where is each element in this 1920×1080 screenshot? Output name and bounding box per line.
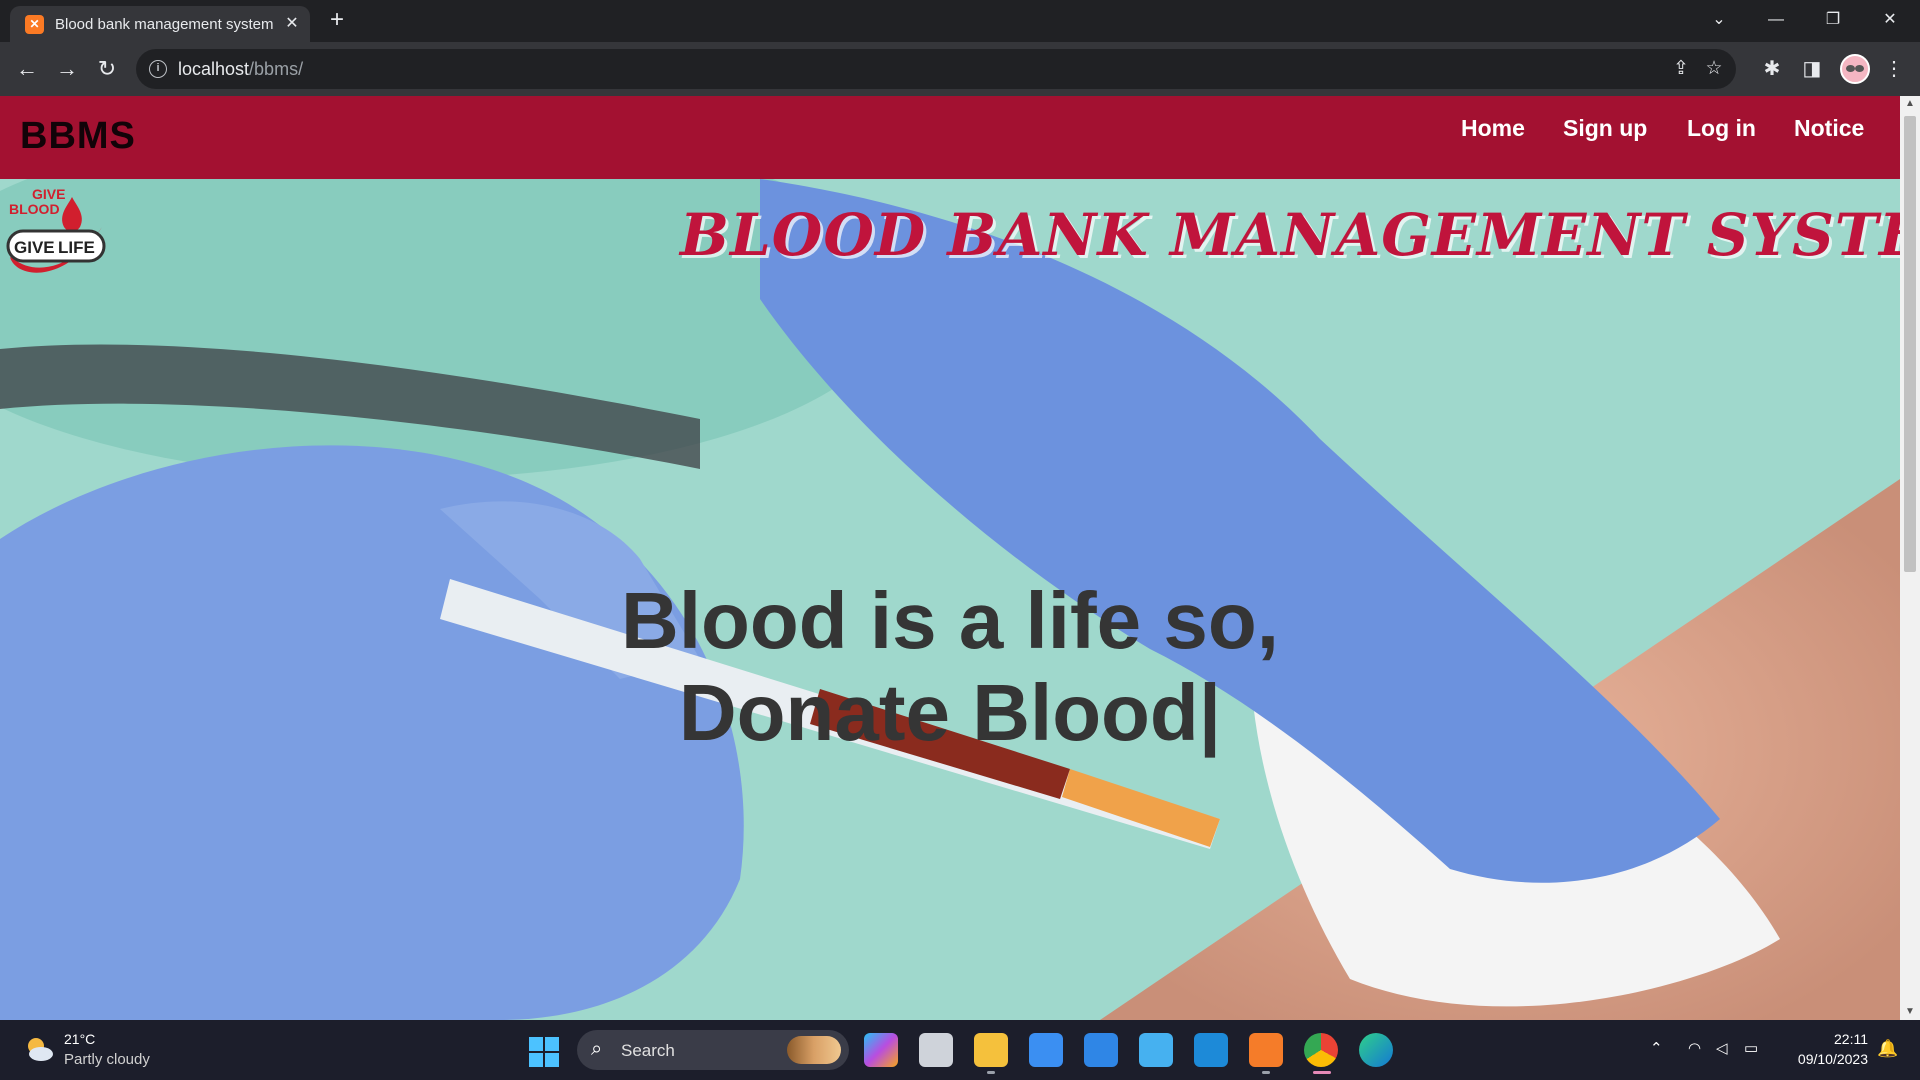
clock-time[interactable]: 22:11 — [1820, 1031, 1868, 1047]
file-explorer-icon[interactable] — [974, 1033, 1008, 1067]
minimize-button[interactable]: — — [1756, 6, 1796, 34]
explorer-running-indicator — [987, 1071, 995, 1074]
taskbar-search[interactable]: ⌕ Search — [577, 1030, 849, 1070]
share-icon[interactable]: ⇪ — [1669, 57, 1693, 81]
scroll-up-icon[interactable]: ▲ — [1900, 96, 1920, 112]
hero-title: BLOOD BANK MANAGEMENT SYSTEM — [680, 201, 1900, 269]
scroll-thumb[interactable] — [1904, 116, 1916, 572]
weather-temperature[interactable]: 21°C — [64, 1031, 95, 1047]
microsoft-store-icon[interactable] — [1029, 1033, 1063, 1067]
xampp-icon[interactable] — [1249, 1033, 1283, 1067]
tab-search-icon[interactable]: ⌄ — [1699, 6, 1739, 34]
logo-give2-text: GIVE — [14, 238, 55, 257]
wifi-icon[interactable]: ◠ — [1688, 1039, 1701, 1057]
page-viewport: BBMS Home Sign up Log in Notice GIVE BLO… — [0, 96, 1920, 1020]
restore-button[interactable]: ❐ — [1813, 6, 1853, 34]
side-panel-icon[interactable]: ◨ — [1798, 55, 1826, 83]
weather-condition[interactable]: Partly cloudy — [64, 1051, 150, 1068]
close-tab-icon[interactable]: ✕ — [282, 14, 302, 34]
page-scrollbar[interactable]: ▲ ▼ — [1900, 96, 1920, 1020]
search-highlight-image — [787, 1036, 841, 1064]
logo-life-text: LIFE — [58, 238, 95, 257]
partly-cloudy-icon[interactable] — [24, 1034, 54, 1064]
volume-icon[interactable]: ◁ — [1716, 1039, 1728, 1057]
xampp-running-indicator — [1262, 1071, 1270, 1074]
browser-toolbar: ← → ↻ i localhost/bbms/ ⇪ ☆ ✱ ◨ ⋮ — [0, 42, 1920, 96]
scroll-down-icon[interactable]: ▼ — [1900, 1004, 1920, 1020]
back-icon[interactable]: ← — [13, 55, 41, 83]
nav-signup[interactable]: Sign up — [1563, 115, 1647, 142]
site-brand[interactable]: BBMS — [20, 115, 136, 158]
hero-section: GIVE BLOOD GIVE LIFE BLOOD BANK MANAGEME… — [0, 179, 1900, 1020]
nav-login[interactable]: Log in — [1687, 115, 1756, 142]
new-tab-button[interactable]: + — [325, 8, 349, 32]
edge-icon[interactable] — [1359, 1033, 1393, 1067]
reload-icon[interactable]: ↻ — [93, 55, 121, 83]
chrome-active-indicator — [1313, 1071, 1331, 1074]
search-placeholder: Search — [621, 1041, 675, 1060]
url-text[interactable]: localhost/bbms/ — [178, 59, 303, 80]
address-bar[interactable]: i localhost/bbms/ ⇪ ☆ — [136, 49, 1736, 89]
browser-tab[interactable]: ✕ Blood bank management system ✕ — [10, 6, 310, 42]
nav-home[interactable]: Home — [1461, 115, 1525, 142]
windows-taskbar: 21°C Partly cloudy ⌕ Search ⌃ ◠ ◁ ▭ 22:1… — [0, 1020, 1920, 1080]
extensions-icon[interactable]: ✱ — [1758, 55, 1786, 83]
url-host: localhost — [178, 59, 250, 79]
tagline-line-1: Blood is a life so, — [621, 576, 1279, 665]
bookmark-star-icon[interactable]: ☆ — [1702, 57, 1726, 81]
search-icon: ⌕ — [591, 1038, 603, 1060]
vscode-icon[interactable] — [1194, 1033, 1228, 1067]
tab-strip: ✕ Blood bank management system ✕ + ⌄ — ❐… — [0, 0, 1920, 42]
forward-icon[interactable]: → — [53, 55, 81, 83]
windows-start-icon[interactable] — [529, 1037, 559, 1067]
chrome-icon[interactable] — [1304, 1033, 1338, 1067]
give-blood-logo: GIVE BLOOD GIVE LIFE — [6, 187, 106, 273]
logo-give-text: GIVE — [32, 187, 65, 202]
xampp-favicon-icon: ✕ — [25, 15, 44, 34]
task-view-icon[interactable] — [919, 1033, 953, 1067]
mail-icon[interactable] — [1084, 1033, 1118, 1067]
chevron-up-icon[interactable]: ⌃ — [1650, 1039, 1663, 1057]
site-navbar: BBMS Home Sign up Log in Notice — [0, 96, 1900, 179]
site-info-icon[interactable]: i — [149, 60, 167, 78]
close-window-button[interactable]: ✕ — [1870, 6, 1910, 34]
battery-icon[interactable]: ▭ — [1744, 1039, 1758, 1057]
nav-notice[interactable]: Notice — [1794, 115, 1864, 142]
clock-date[interactable]: 09/10/2023 — [1780, 1051, 1868, 1067]
menu-icon[interactable]: ⋮ — [1880, 55, 1908, 83]
hero-tagline: Blood is a life so, Donate Blood| — [450, 575, 1450, 759]
notification-bell-icon[interactable]: 🔔 — [1877, 1039, 1898, 1059]
copilot-icon[interactable] — [864, 1033, 898, 1067]
tagline-line-2: Donate Blood| — [678, 668, 1222, 757]
notepad-icon[interactable] — [1139, 1033, 1173, 1067]
tab-title: Blood bank management system — [55, 16, 274, 33]
logo-blood-text: BLOOD — [9, 201, 60, 217]
profile-avatar[interactable] — [1840, 54, 1870, 84]
url-path: /bbms/ — [249, 59, 304, 79]
